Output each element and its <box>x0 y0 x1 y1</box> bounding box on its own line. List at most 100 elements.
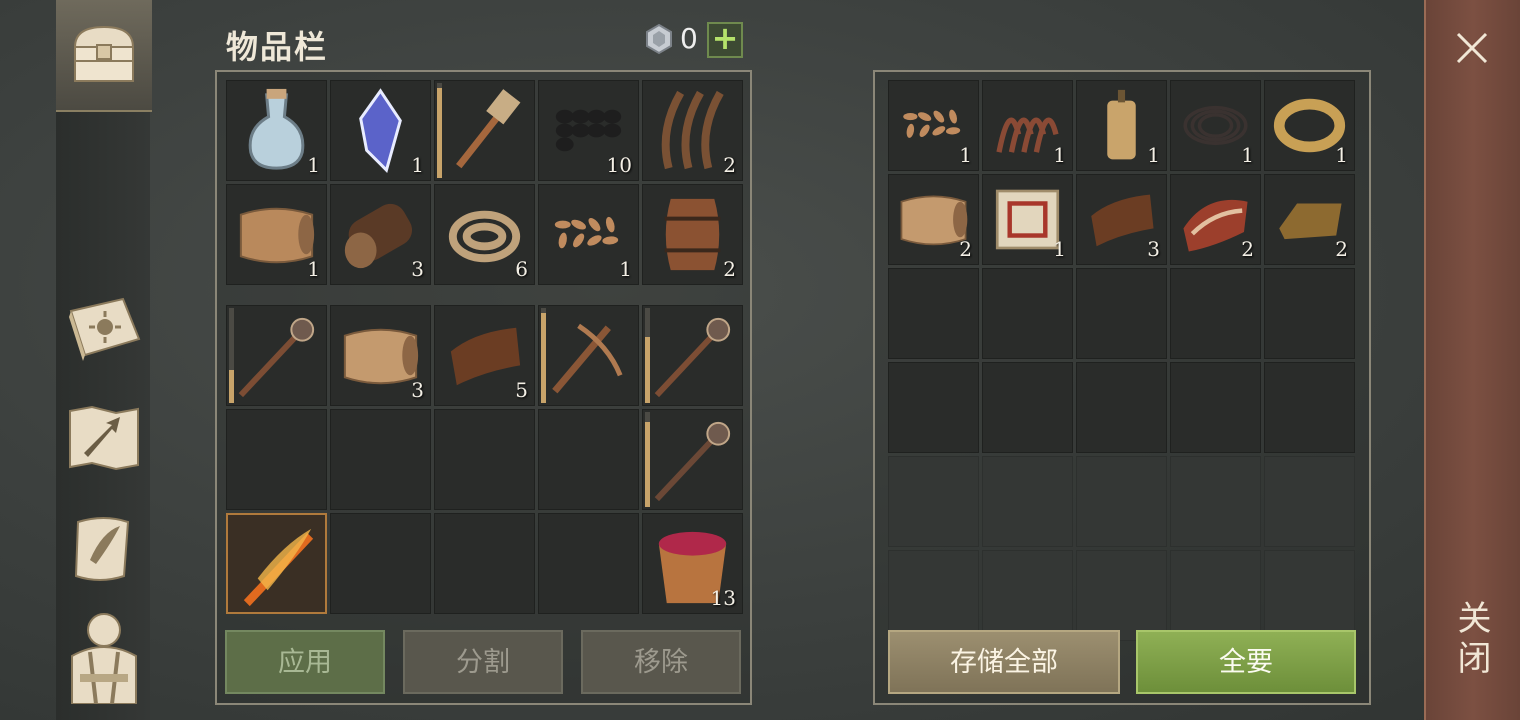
item-slot-wire-coil[interactable]: 1 <box>1170 80 1261 171</box>
empty-slot[interactable] <box>982 268 1073 359</box>
close-icon[interactable] <box>1454 30 1490 66</box>
item-count: 1 <box>411 153 424 177</box>
item-slot-log[interactable]: 3 <box>330 184 431 285</box>
empty-slot[interactable] <box>1076 362 1167 453</box>
item-slot-flaming-sword[interactable] <box>226 513 327 614</box>
empty-slot[interactable] <box>330 513 431 614</box>
item-slot-hammer[interactable] <box>434 80 535 181</box>
empty-slot[interactable] <box>1170 456 1261 547</box>
game-screen: 物品栏 0 + 1 1 10 2 1 3 6 1 2 3 5 13 应用 分割 移除 1111121… <box>0 0 1520 720</box>
durability-fill <box>229 369 234 403</box>
split-button[interactable]: 分割 <box>403 630 563 694</box>
item-slot-seeds[interactable]: 1 <box>538 184 639 285</box>
storage-grid: 1 1 1 1 1 2 1 3 2 2 <box>888 80 1355 641</box>
item-count: 1 <box>1335 143 1348 167</box>
item-slot-berry-bucket[interactable]: 13 <box>642 513 743 614</box>
item-count: 2 <box>723 153 736 177</box>
item-slot-crossbow[interactable] <box>538 305 639 406</box>
remove-button[interactable]: 移除 <box>581 630 741 694</box>
currency-amount: 0 <box>680 22 698 55</box>
item-slot-coal-pile[interactable]: 10 <box>538 80 639 181</box>
empty-slot[interactable] <box>1076 268 1167 359</box>
crossbow-icon <box>552 323 623 394</box>
empty-slot[interactable] <box>982 550 1073 641</box>
item-slot-potion-flask[interactable]: 1 <box>226 80 327 181</box>
durability-fill <box>645 336 650 403</box>
item-slot-gold-ring[interactable]: 1 <box>1264 80 1355 171</box>
item-slot-raw-meat[interactable]: 2 <box>1170 174 1261 265</box>
item-slot-rope-coil[interactable]: 6 <box>434 184 535 285</box>
empty-slot[interactable] <box>982 362 1073 453</box>
item-count: 1 <box>619 257 632 281</box>
item-count: 2 <box>959 237 972 261</box>
item-slot-recipe-scroll[interactable]: 1 <box>982 174 1073 265</box>
flaming-sword-icon <box>243 528 314 607</box>
empty-slot[interactable] <box>1076 550 1167 641</box>
item-count: 1 <box>1147 143 1160 167</box>
item-slot-spear-mace[interactable] <box>642 409 743 510</box>
store-all-button[interactable]: 存储全部 <box>888 630 1120 694</box>
item-slot-worms[interactable]: 1 <box>982 80 1073 171</box>
item-slot-cloth-roll[interactable]: 1 <box>226 184 327 285</box>
item-slot-leather[interactable]: 3 <box>1076 174 1167 265</box>
take-all-button[interactable]: 全要 <box>1136 630 1356 694</box>
close-label[interactable]: 关闭 <box>1451 600 1496 700</box>
empty-slot[interactable] <box>1264 362 1355 453</box>
empty-slot[interactable] <box>538 409 639 510</box>
sun-book-icon[interactable] <box>64 288 144 368</box>
empty-slot[interactable] <box>538 513 639 614</box>
character-vest-icon[interactable] <box>64 613 144 704</box>
item-count: 5 <box>515 378 528 402</box>
durability-bar <box>541 308 546 403</box>
empty-slot[interactable] <box>434 409 535 510</box>
item-count: 3 <box>411 378 424 402</box>
empty-slot[interactable] <box>888 268 979 359</box>
map-arrow-icon[interactable] <box>64 398 144 478</box>
item-slot-mace[interactable] <box>226 305 327 406</box>
spear-mace-icon <box>654 421 731 502</box>
durability-bar <box>437 83 442 178</box>
durability-fill <box>645 421 650 507</box>
item-count: 1 <box>307 153 320 177</box>
empty-slot[interactable] <box>1170 550 1261 641</box>
empty-slot[interactable] <box>1264 550 1355 641</box>
item-slot-folded-cloth[interactable]: 3 <box>330 305 431 406</box>
item-slot-mace[interactable] <box>642 305 743 406</box>
empty-slot[interactable] <box>1170 362 1261 453</box>
empty-slot[interactable] <box>888 550 979 641</box>
item-count: 10 <box>606 153 632 177</box>
item-count: 13 <box>710 586 736 610</box>
empty-slot[interactable] <box>1076 456 1167 547</box>
empty-slot[interactable] <box>888 456 979 547</box>
empty-slot[interactable] <box>1170 268 1261 359</box>
empty-slot[interactable] <box>1264 268 1355 359</box>
quest-scroll-icon[interactable] <box>64 510 144 590</box>
empty-slot[interactable] <box>982 456 1073 547</box>
item-count: 1 <box>1053 143 1066 167</box>
empty-slot[interactable] <box>226 409 327 510</box>
hammer-icon <box>456 89 521 169</box>
empty-slot[interactable] <box>1264 456 1355 547</box>
item-count: 6 <box>515 257 528 281</box>
item-count: 1 <box>1241 143 1254 167</box>
item-slot-leather[interactable]: 5 <box>434 305 535 406</box>
mace-icon <box>654 317 731 398</box>
item-slot-crystal-shard[interactable]: 1 <box>330 80 431 181</box>
empty-slot[interactable] <box>434 513 535 614</box>
item-slot-gold-ingot[interactable]: 2 <box>1264 174 1355 265</box>
item-slot-plant-fiber[interactable]: 2 <box>642 80 743 181</box>
item-count: 1 <box>959 143 972 167</box>
mace-icon <box>238 317 315 398</box>
add-currency-button[interactable]: + <box>707 22 743 58</box>
inventory-title: 物品栏 <box>226 28 329 66</box>
apply-button[interactable]: 应用 <box>225 630 385 694</box>
empty-slot[interactable] <box>330 409 431 510</box>
empty-slot[interactable] <box>888 362 979 453</box>
item-slot-barrel[interactable]: 2 <box>642 184 743 285</box>
item-slot-folded-cloth[interactable]: 2 <box>888 174 979 265</box>
durability-bar <box>645 412 650 507</box>
chest-icon[interactable] <box>64 14 144 94</box>
item-slot-candle[interactable]: 1 <box>1076 80 1167 171</box>
item-slot-seeds[interactable]: 1 <box>888 80 979 171</box>
item-count: 1 <box>307 257 320 281</box>
